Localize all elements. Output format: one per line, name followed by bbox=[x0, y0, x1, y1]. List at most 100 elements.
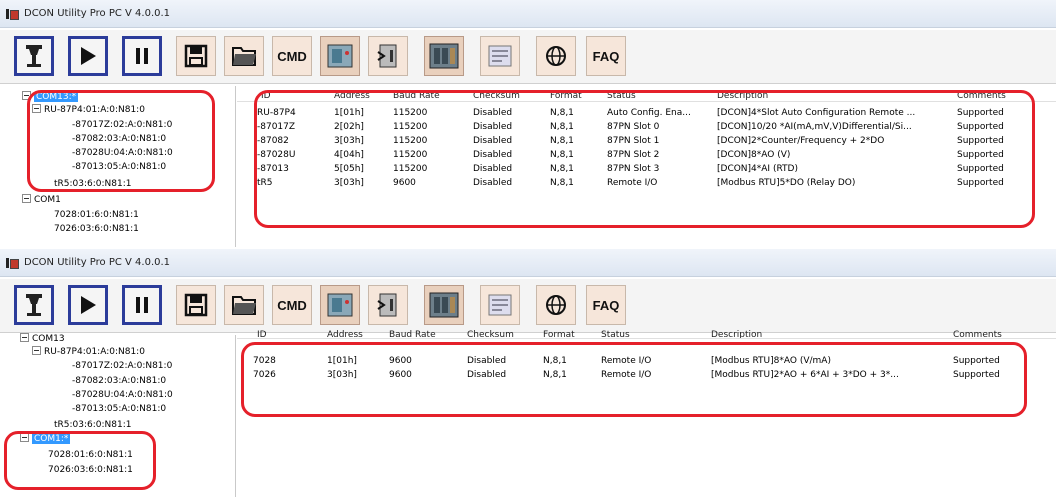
table-cell-format[interactable]: N,8,1 bbox=[550, 107, 574, 120]
table-cell-status[interactable]: 87PN Slot 0 bbox=[607, 121, 659, 134]
tree-node-com1[interactable]: COM1:* bbox=[20, 433, 71, 446]
table-cell-baud[interactable]: 115200 bbox=[393, 163, 427, 176]
table-cell-description[interactable]: [Modbus RTU]2*AO + 6*AI + 3*DO + 3*... bbox=[711, 369, 899, 382]
web-button[interactable] bbox=[536, 36, 576, 76]
tree-node-com13[interactable]: COM13:* bbox=[22, 91, 79, 104]
table-cell-id[interactable]: -87017Z bbox=[257, 121, 295, 134]
table-cell-status[interactable]: Remote I/O bbox=[607, 177, 657, 190]
column-header-comments[interactable]: Comments bbox=[957, 90, 1006, 103]
table-cell-checksum[interactable]: Disabled bbox=[473, 107, 512, 120]
table-cell-comments[interactable]: Supported bbox=[957, 149, 1004, 162]
faq-button[interactable]: FAQ bbox=[586, 36, 626, 76]
collapse-icon[interactable] bbox=[32, 104, 41, 113]
tree-node-ru87p4[interactable]: RU-87P4:01:A:0:N81:0 bbox=[32, 104, 145, 117]
pause-button[interactable] bbox=[122, 36, 162, 76]
tree-node-7028[interactable]: 7028:01:6:0:N81:1 bbox=[54, 209, 139, 222]
start-button[interactable] bbox=[68, 36, 108, 76]
table-cell-format[interactable]: N,8,1 bbox=[550, 163, 574, 176]
table-cell-address[interactable]: 4[04h] bbox=[334, 149, 364, 162]
tree-node-ru87p4[interactable]: RU-87P4:01:A:0:N81:0 bbox=[32, 346, 145, 359]
table-cell-address[interactable]: 1[01h] bbox=[327, 355, 357, 368]
tree-node-tr5[interactable]: tR5:03:6:0:N81:1 bbox=[54, 419, 131, 432]
open-button[interactable] bbox=[224, 285, 264, 325]
column-header-address[interactable]: Address bbox=[327, 329, 363, 338]
table-cell-format[interactable]: N,8,1 bbox=[550, 121, 574, 134]
table-cell-address[interactable]: 1[01h] bbox=[334, 107, 364, 120]
tree-node-com13[interactable]: COM13 bbox=[20, 333, 65, 346]
collapse-icon[interactable] bbox=[22, 194, 31, 203]
collapse-icon[interactable] bbox=[20, 333, 29, 342]
table-cell-address[interactable]: 3[03h] bbox=[334, 177, 364, 190]
table-cell-format[interactable]: N,8,1 bbox=[550, 135, 574, 148]
table-cell-id[interactable]: 7028 bbox=[253, 355, 276, 368]
table-cell-format[interactable]: N,8,1 bbox=[550, 149, 574, 162]
cmd-button[interactable]: CMD bbox=[272, 36, 312, 76]
module-config-button[interactable] bbox=[320, 285, 360, 325]
table-cell-address[interactable]: 2[02h] bbox=[334, 121, 364, 134]
column-header-comments[interactable]: Comments bbox=[953, 329, 1002, 338]
tree-node-tr5[interactable]: tR5:03:6:0:N81:1 bbox=[54, 178, 131, 191]
table-cell-description[interactable]: [Modbus RTU]5*DO (Relay DO) bbox=[717, 177, 855, 190]
device-button[interactable] bbox=[424, 36, 464, 76]
web-button[interactable] bbox=[536, 285, 576, 325]
collapse-icon[interactable] bbox=[22, 91, 31, 100]
table-cell-baud[interactable]: 115200 bbox=[393, 149, 427, 162]
column-header-id[interactable]: ID bbox=[261, 90, 271, 103]
search-device-button[interactable] bbox=[14, 285, 54, 325]
tree-node-com1[interactable]: COM1 bbox=[22, 194, 61, 207]
table-cell-checksum[interactable]: Disabled bbox=[467, 355, 506, 368]
tree-node-87082[interactable]: -87082:03:A:0:N81:0 bbox=[72, 133, 166, 146]
pause-button[interactable] bbox=[122, 285, 162, 325]
table-cell-checksum[interactable]: Disabled bbox=[473, 177, 512, 190]
table-cell-format[interactable]: N,8,1 bbox=[543, 369, 567, 382]
table-cell-status[interactable]: 87PN Slot 1 bbox=[607, 135, 659, 148]
table-cell-baud[interactable]: 115200 bbox=[393, 107, 427, 120]
table-cell-comments[interactable]: Supported bbox=[957, 135, 1004, 148]
tree-node-87028u[interactable]: -87028U:04:A:0:N81:0 bbox=[72, 389, 173, 402]
search-device-button[interactable] bbox=[14, 36, 54, 76]
tree-node-87028u[interactable]: -87028U:04:A:0:N81:0 bbox=[72, 147, 173, 160]
column-header-baud[interactable]: Baud Rate bbox=[393, 90, 440, 103]
table-cell-baud[interactable]: 9600 bbox=[389, 369, 412, 382]
table-cell-baud[interactable]: 115200 bbox=[393, 121, 427, 134]
table-cell-id[interactable]: -87028U bbox=[257, 149, 295, 162]
module-config-button[interactable] bbox=[320, 36, 360, 76]
table-cell-checksum[interactable]: Disabled bbox=[473, 121, 512, 134]
column-header-address[interactable]: Address bbox=[334, 90, 370, 103]
table-cell-checksum[interactable]: Disabled bbox=[467, 369, 506, 382]
tree-node-7026[interactable]: 7026:03:6:0:N81:1 bbox=[54, 223, 139, 236]
table-cell-status[interactable]: Remote I/O bbox=[601, 369, 651, 382]
open-button[interactable] bbox=[224, 36, 264, 76]
table-cell-address[interactable]: 3[03h] bbox=[334, 135, 364, 148]
firmware-button[interactable] bbox=[368, 36, 408, 76]
column-header-format[interactable]: Format bbox=[543, 329, 575, 338]
column-header-format[interactable]: Format bbox=[550, 90, 582, 103]
table-cell-comments[interactable]: Supported bbox=[957, 177, 1004, 190]
tree-node-87013[interactable]: -87013:05:A:0:N81:0 bbox=[72, 403, 166, 416]
column-header-status[interactable]: Status bbox=[607, 90, 636, 103]
start-button[interactable] bbox=[68, 285, 108, 325]
table-cell-comments[interactable]: Supported bbox=[953, 355, 1000, 368]
table-cell-id[interactable]: 7026 bbox=[253, 369, 276, 382]
column-header-description[interactable]: Description bbox=[711, 329, 762, 338]
table-cell-status[interactable]: 87PN Slot 3 bbox=[607, 163, 659, 176]
table-cell-status[interactable]: 87PN Slot 2 bbox=[607, 149, 659, 162]
tree-node-87017z[interactable]: -87017Z:02:A:0:N81:0 bbox=[72, 360, 172, 373]
column-header-description[interactable]: Description bbox=[717, 90, 768, 103]
table-cell-comments[interactable]: Supported bbox=[957, 163, 1004, 176]
table-cell-comments[interactable]: Supported bbox=[957, 121, 1004, 134]
tree-node-87017z[interactable]: -87017Z:02:A:0:N81:0 bbox=[72, 119, 172, 132]
table-cell-description[interactable]: [DCON]4*AI (RTD) bbox=[717, 163, 798, 176]
table-cell-description[interactable]: [DCON]10/20 *AI(mA,mV,V)Differential/Si.… bbox=[717, 121, 912, 134]
table-cell-address[interactable]: 5[05h] bbox=[334, 163, 364, 176]
table-cell-checksum[interactable]: Disabled bbox=[473, 163, 512, 176]
column-header-checksum[interactable]: Checksum bbox=[467, 329, 514, 338]
table-cell-description[interactable]: [DCON]4*Slot Auto Configuration Remote .… bbox=[717, 107, 915, 120]
table-cell-checksum[interactable]: Disabled bbox=[473, 149, 512, 162]
cmd-button[interactable]: CMD bbox=[272, 285, 312, 325]
column-header-checksum[interactable]: Checksum bbox=[473, 90, 520, 103]
table-cell-checksum[interactable]: Disabled bbox=[473, 135, 512, 148]
tree-node-87082[interactable]: -87082:03:A:0:N81:0 bbox=[72, 375, 166, 388]
table-cell-format[interactable]: N,8,1 bbox=[550, 177, 574, 190]
table-cell-baud[interactable]: 9600 bbox=[389, 355, 412, 368]
